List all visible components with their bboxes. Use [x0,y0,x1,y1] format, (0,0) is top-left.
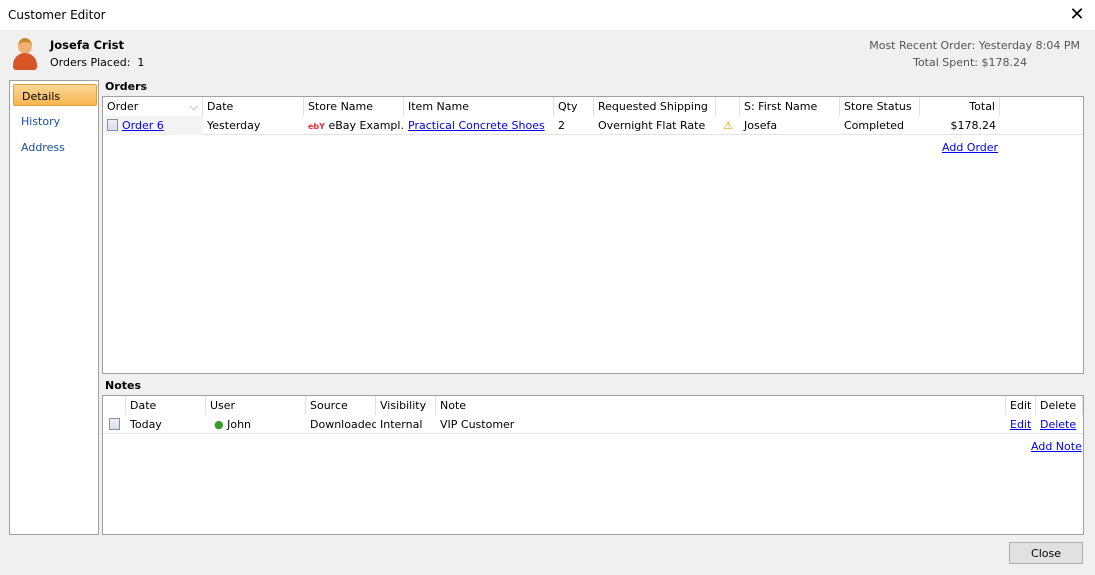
col-visibility[interactable]: Visibility [376,396,436,415]
col-icon[interactable] [103,396,126,415]
title-bar: Customer Editor ✕ [0,0,1095,30]
note-user: John [227,418,252,431]
col-user[interactable]: User [206,396,306,415]
item-link[interactable]: Practical Concrete Shoes [408,119,545,132]
close-window-button[interactable]: ✕ [1067,4,1087,25]
col-date[interactable]: Date [203,97,304,116]
customer-name: Josefa Crist [50,38,124,52]
note-visibility: Internal [380,418,423,431]
col-total[interactable]: Total [920,97,1000,116]
nav-history[interactable]: History [13,110,97,132]
order-shipping: Overnight Flat Rate [598,119,706,132]
col-first-name[interactable]: S: First Name [740,97,840,116]
notes-grid: Date User Source Visibility Note Edit De… [102,395,1084,535]
store-name: eBay Exampl... [328,119,404,132]
col-source[interactable]: Source [306,396,376,415]
notes-heading: Notes [105,379,142,392]
total-spent: Total Spent: $178.24 [913,56,1027,69]
warning-icon: ⚠ [723,119,733,132]
note-row[interactable]: Today ● John Downloaded Internal VIP Cus… [103,415,1083,434]
note-source: Downloaded [310,418,376,431]
col-store[interactable]: Store Name [304,97,404,116]
note-date: Today [130,418,162,431]
order-status: Completed [844,119,904,132]
sidebar-nav: Details History Address [9,80,99,535]
customer-avatar-icon [12,38,38,70]
order-qty: 2 [558,119,565,132]
nav-details[interactable]: Details [13,84,97,106]
sort-chevron-icon: ⌵ [189,100,198,113]
orders-heading: Orders [105,80,148,93]
order-total: $178.24 [950,119,997,132]
order-row[interactable]: Order 6 Yesterday ebY eBay Exampl... Pra… [103,116,1083,135]
add-note-link[interactable]: Add Note [1031,440,1082,453]
most-recent-order: Most Recent Order: Yesterday 8:04 PM [869,39,1080,52]
col-flag[interactable] [716,97,740,116]
order-date: Yesterday [207,119,261,132]
nav-address[interactable]: Address [13,136,97,158]
document-icon [107,119,118,131]
close-button[interactable]: Close [1009,542,1083,564]
edit-note-link[interactable]: Edit [1006,415,1036,434]
col-shipping[interactable]: Requested Shipping [594,97,716,116]
document-icon [109,418,120,430]
col-note[interactable]: Note [436,396,1006,415]
ebay-logo-icon: ebY [308,122,325,131]
col-edit[interactable]: Edit [1006,396,1036,415]
col-date[interactable]: Date [126,396,206,415]
order-link[interactable]: Order 6 [122,119,164,132]
window-title: Customer Editor [8,8,106,22]
col-qty[interactable]: Qty [554,97,594,116]
add-order-link[interactable]: Add Order [942,141,998,154]
orders-grid: Order ⌵ Date Store Name Item Name Qty Req… [102,96,1084,374]
notes-header: Date User Source Visibility Note Edit De… [103,396,1083,415]
delete-note-link[interactable]: Delete [1036,415,1083,434]
user-icon: ● [214,418,224,431]
orders-header: Order ⌵ Date Store Name Item Name Qty Req… [103,97,1083,116]
orders-placed: Orders Placed: 1 [50,56,145,69]
note-text: VIP Customer [440,418,515,431]
col-delete[interactable]: Delete [1036,396,1083,415]
col-item[interactable]: Item Name [404,97,554,116]
order-first-name: Josefa [744,119,778,132]
col-order[interactable]: Order ⌵ [103,97,203,116]
col-status[interactable]: Store Status [840,97,920,116]
